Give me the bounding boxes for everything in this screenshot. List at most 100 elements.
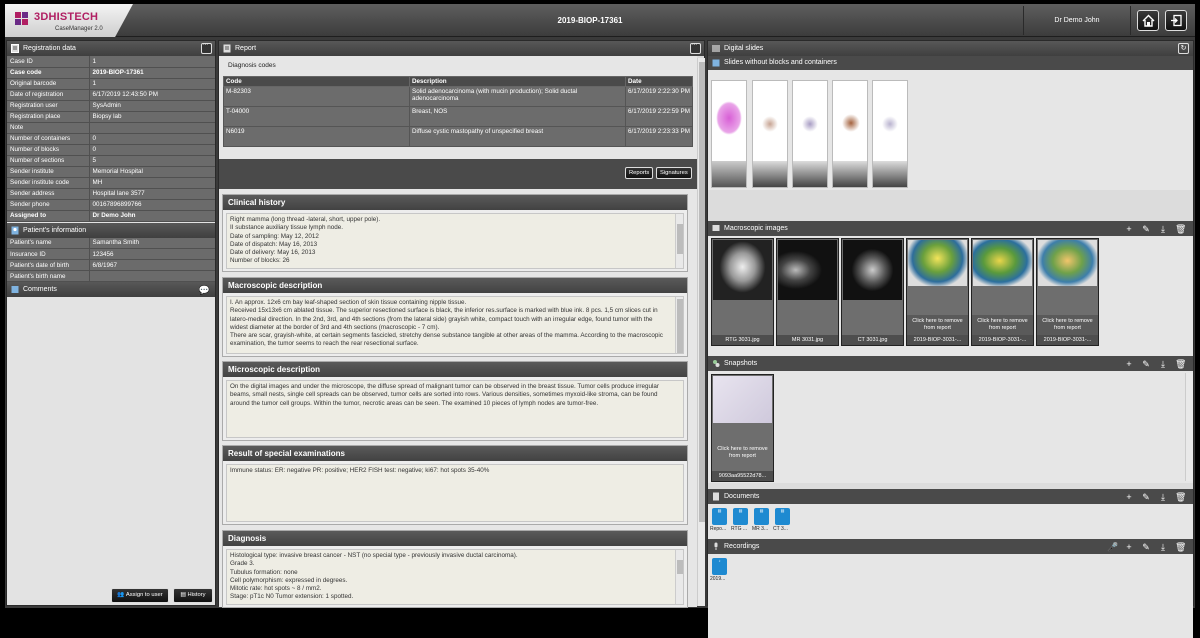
diagnosis-code: T-04000 [223,106,410,127]
section-text[interactable]: I. An approx. 12x6 cm bay leaf-shaped se… [226,296,684,354]
logout-button[interactable] [1165,10,1187,31]
slide-thumb[interactable] [752,80,788,188]
macro-image-tile[interactable]: Click here to remove from report 2019-BIO… [971,238,1034,346]
section-text[interactable]: On the digital images and under the micr… [226,380,684,438]
snapshots-scrollbar[interactable] [1185,373,1193,481]
macro-image-tile[interactable]: RTG 3031.jpg [711,238,774,346]
download-icon[interactable]: ⤓ [1158,359,1168,369]
refresh-icon[interactable]: ↻ [1178,43,1189,54]
section-text-content: Right mamma (long thread -lateral, short… [230,216,381,265]
registration-label: Sender phone [7,199,90,211]
documents-icon [712,492,720,501]
delete-icon[interactable]: 🗑 [1175,359,1186,369]
history-button[interactable]: ▤ History [173,588,213,603]
macro-image-label: 2019-BIOP-3031-... [972,335,1033,345]
macro-image-tile[interactable]: CT 3031.jpg [841,238,904,346]
add-comment-icon[interactable]: 💬 [199,283,210,298]
registration-label: Assigned to [7,210,90,222]
remove-from-report[interactable]: Click here to remove from report [1037,315,1098,335]
download-icon[interactable]: ⤓ [1158,224,1168,234]
macro-image-label: 2019-BIOP-3031-... [1037,335,1098,345]
document-icon[interactable]: ▤ Repo... [710,508,727,532]
patient-label: Patient's birth name [7,270,90,282]
diagnosis-code: M-82303 [223,86,410,107]
delete-icon[interactable]: 🗑 [1175,542,1186,552]
edit-icon[interactable]: ✎ [1141,359,1151,369]
reports-button[interactable]: Reports [625,167,654,179]
signatures-button[interactable]: Signatures [656,167,692,179]
section-scrollbar[interactable] [675,550,683,604]
diagnosis-code-row[interactable]: N6019 Diffuse cystic mastopathy of unspec… [223,126,693,147]
report-more-button[interactable] [690,37,701,54]
registration-value: 00167896899766 [89,199,215,211]
section-text[interactable]: Immune status: ER: negative PR: positive… [226,464,684,522]
patient-row: Patient's name Samantha Smith [7,237,215,249]
download-icon[interactable]: ⤓ [1158,542,1168,552]
delete-icon[interactable]: 🗑 [1175,224,1186,234]
document-icon[interactable]: ▤ MR 3... [752,508,769,532]
remove-from-report[interactable]: Click here to remove from report [907,315,968,335]
comments-header: Comments 💬 [7,282,215,297]
download-icon[interactable]: ⤓ [1158,492,1168,502]
registration-value: Memorial Hospital [89,166,215,178]
slide-thumb[interactable] [792,80,828,188]
edit-icon[interactable]: ✎ [1141,542,1151,552]
col-description: Description [409,76,626,87]
add-icon[interactable]: + [1124,492,1134,502]
registration-more-button[interactable] [201,37,212,54]
section-scroll-thumb[interactable] [677,224,683,254]
remove-from-report[interactable]: Click here to remove from report [712,443,773,471]
recording-file-icon[interactable]: ♪ 2019... [710,558,727,582]
document-icon[interactable]: ▤ CT 3... [773,508,790,532]
home-button[interactable] [1137,10,1159,31]
diagnosis-code-row[interactable]: M-82303 Solid adenocarcinoma (with mucin … [223,86,693,107]
snapshots-area: Click here to remove from report 9093aa9… [708,371,1193,483]
section-text-content: Histological type: invasive breast cance… [230,552,518,601]
document-icon[interactable]: ▤ RTG ... [731,508,748,532]
registration-label: Original barcode [7,78,90,90]
comments-area[interactable] [7,297,215,588]
add-icon[interactable]: + [1124,542,1134,552]
snapshot-tile[interactable]: Click here to remove from report 9093aa9… [711,374,774,482]
add-icon[interactable]: + [1124,359,1134,369]
section-scroll-thumb[interactable] [677,560,683,574]
edit-icon[interactable]: ✎ [1141,224,1151,234]
section-title: Clinical history [223,195,687,210]
macro-image-tile[interactable]: Click here to remove from report 2019-BIO… [906,238,969,346]
slide-thumb[interactable] [832,80,868,188]
record-icon[interactable]: 🎤 [1107,542,1118,552]
registration-row: Registration user SysAdmin [7,100,215,112]
document-label: RTG ... [731,526,748,532]
add-icon[interactable]: + [1124,224,1134,234]
patient-icon [11,226,19,235]
edit-icon[interactable]: ✎ [1141,492,1151,502]
registration-value: MH [89,177,215,189]
section-scrollbar[interactable] [675,214,683,268]
home-icon [1142,14,1155,27]
slide-thumb[interactable] [872,80,908,188]
slide-thumb[interactable] [711,80,747,188]
section-scroll-thumb[interactable] [677,299,683,353]
macro-image-tile[interactable]: MR 3031.jpg [776,238,839,346]
slides-icon [712,44,720,53]
section-text[interactable]: Histological type: invasive breast cance… [226,549,684,605]
diagnosis-code-row[interactable]: T-04000 Breast, NOS 6/17/2019 2:22:59 PM [223,106,693,127]
patient-label: Patient's date of birth [7,259,90,271]
report-scrollbar[interactable] [697,58,705,606]
left-panel: Registration data Case ID1Case code2019-… [6,37,216,606]
registration-icon [11,44,19,53]
snapshots-title: Snapshots [724,360,758,367]
registration-label: Note [7,122,90,134]
remove-from-report[interactable]: Click here to remove from report [972,315,1033,335]
macro-image-tile[interactable]: Click here to remove from report 2019-BIO… [1036,238,1099,346]
patient-value [89,270,215,282]
assign-to-user-button[interactable]: 👥 Assign to user [111,588,169,603]
section-scrollbar[interactable] [675,297,683,353]
section-text[interactable]: Right mamma (long thread -lateral, short… [226,213,684,269]
current-user[interactable]: Dr Demo John [1023,6,1131,35]
app-logo: 3DHISTECH CaseManager 2.0 [5,4,133,37]
delete-icon[interactable]: 🗑 [1175,492,1186,502]
report-buttons-bar: Reports Signatures [219,159,697,189]
macro-image-thumbnail [1038,240,1097,286]
report-scroll-thumb[interactable] [699,62,705,522]
